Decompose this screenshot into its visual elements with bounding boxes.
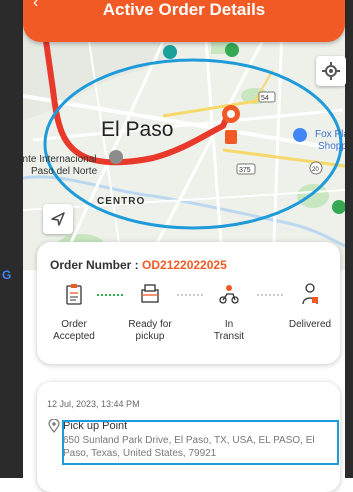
map-poi-label-line2: Paso del Norte: [31, 166, 98, 177]
location-pin-icon: [48, 419, 60, 433]
google-logo: G: [2, 268, 12, 282]
svg-text:54: 54: [261, 95, 269, 102]
device-frame-right: [345, 0, 353, 478]
pickup-highlight-box: [62, 420, 339, 465]
map-mall-label: Fox Plaz: [315, 129, 345, 140]
navigation-button[interactable]: [43, 204, 73, 234]
step-label: Delivered: [288, 319, 332, 330]
step-label: In: [224, 319, 234, 330]
order-number: Order Number : OD2122022025: [50, 258, 227, 272]
device-frame-left: [0, 0, 23, 478]
order-date: 12 Jul, 2023, 13:44 PM: [47, 399, 140, 409]
my-location-button[interactable]: [316, 56, 346, 86]
order-number-value: OD2122022025: [142, 258, 227, 272]
page-title: Active Order Details: [102, 0, 266, 19]
step-order-accepted: Order Accepted: [37, 282, 111, 343]
map-mall-label-line2: Shoppin: [318, 141, 345, 152]
step-label-line2: Transit: [213, 331, 245, 342]
step-label: Ready for: [128, 319, 172, 330]
step-label: Order: [61, 319, 87, 330]
navigation-arrow-icon: [51, 212, 65, 226]
package-icon: [141, 284, 159, 303]
step-delivered: Delivered: [273, 282, 347, 331]
step-in-transit: In Transit: [192, 282, 266, 343]
svg-text:375: 375: [239, 167, 251, 174]
map-poi-label: ente Internacional: [23, 154, 97, 165]
order-status-card: Order Number : OD2122022025 Order Accept…: [37, 242, 340, 364]
step-label-line2: Accepted: [53, 331, 95, 342]
step-label-line2: pickup: [135, 331, 165, 342]
step-ready-for-pickup: Ready for pickup: [113, 282, 187, 343]
order-number-label: Order Number :: [50, 258, 143, 272]
courier-icon: [302, 283, 318, 305]
app-header: ‹ Active Order Details: [23, 0, 345, 42]
svg-text:20: 20: [312, 167, 319, 173]
scooter-icon: [219, 285, 239, 304]
map-city-label: El Paso: [101, 118, 174, 141]
map-district-label: CENTRO: [97, 196, 146, 207]
crosshair-icon: [322, 62, 340, 80]
clipboard-icon: [66, 284, 82, 305]
